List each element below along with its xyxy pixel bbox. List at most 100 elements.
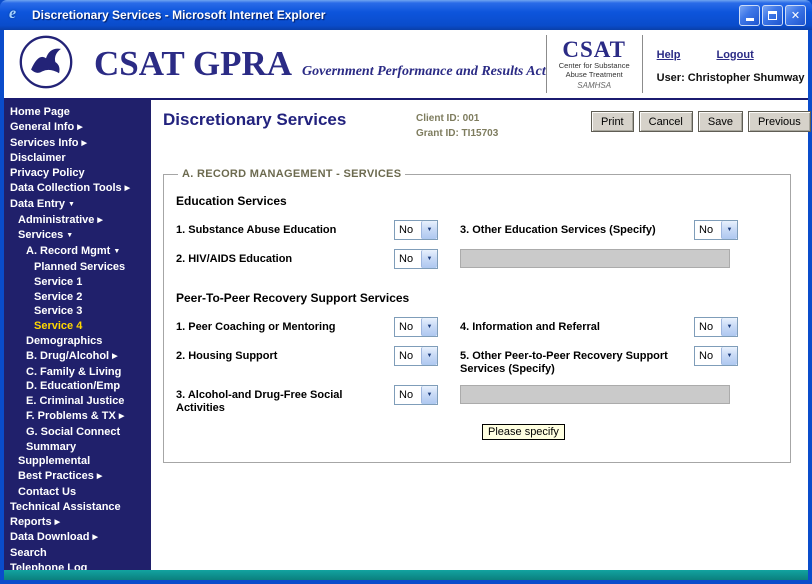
hiv-aids-education-select[interactable]: No ▼ <box>394 249 438 269</box>
sidebar-item-label: Services Info <box>10 137 78 149</box>
social-activities-select[interactable]: No ▼ <box>394 385 438 405</box>
housing-support-select[interactable]: No ▼ <box>394 346 438 366</box>
close-button[interactable]: ✕ <box>785 5 806 26</box>
chevron-down-icon: ▼ <box>421 347 437 365</box>
chevron-down-icon: ▼ <box>68 201 75 208</box>
cancel-button[interactable]: Cancel <box>639 111 693 132</box>
question-label: 3. Other Education Services (Specify) <box>460 220 694 240</box>
help-link[interactable]: Help <box>657 49 681 61</box>
sidebar-item-label: Service 3 <box>34 305 82 317</box>
other-peer-specify-input[interactable] <box>460 385 730 404</box>
sidebar-item-reports[interactable]: Reports▶ <box>4 515 151 531</box>
question-label: 1. Peer Coaching or Mentoring <box>176 317 394 337</box>
selected-value: No <box>395 386 421 404</box>
chevron-down-icon: ▼ <box>421 318 437 336</box>
print-button[interactable]: Print <box>591 111 634 132</box>
substance-abuse-education-select[interactable]: No ▼ <box>394 220 438 240</box>
client-id-label: Client ID: 001 <box>416 111 591 126</box>
chevron-down-icon: ▼ <box>721 221 737 239</box>
internet-explorer-icon: e <box>9 5 27 25</box>
csat-subtitle-2: Abuse Treatment <box>559 70 630 79</box>
sidebar-item-supplemental[interactable]: Supplemental <box>4 454 151 469</box>
window-title: Discretionary Services - Microsoft Inter… <box>32 8 325 22</box>
sidebar-item-home-page[interactable]: Home Page <box>4 105 151 120</box>
maximize-button[interactable] <box>762 5 783 26</box>
toolbar: PrintCancelSavePreviousNext <box>591 110 812 132</box>
sidebar-item-telephone-log[interactable]: Telephone Log <box>4 561 151 570</box>
logout-link[interactable]: Logout <box>716 49 753 61</box>
sidebar-item-label: General Info <box>10 121 74 133</box>
selected-value: No <box>695 221 721 239</box>
sidebar-item-label: Data Download <box>10 531 89 543</box>
sidebar-item-technical-assistance[interactable]: Technical Assistance <box>4 500 151 515</box>
sidebar-item-label: Reports <box>10 516 52 528</box>
page-title: Discretionary Services <box>163 110 416 130</box>
chevron-right-icon: ▶ <box>119 413 124 420</box>
other-peer-services-select[interactable]: No ▼ <box>694 346 738 366</box>
sidebar-item-label: Data Entry <box>10 198 65 210</box>
sidebar-item-disclaimer[interactable]: Disclaimer <box>4 151 151 166</box>
sidebar-item-d-education-emp[interactable]: D. Education/Emp <box>4 379 151 394</box>
grant-id-label: Grant ID: TI15703 <box>416 126 591 141</box>
question-label: 3. Alcohol-and Drug-Free Social Activiti… <box>176 385 394 415</box>
sidebar-item-administrative[interactable]: Administrative▶ <box>4 213 151 229</box>
selected-value: No <box>395 318 421 336</box>
sidebar-item-summary[interactable]: Summary <box>4 440 151 455</box>
sidebar-item-f-problems-tx[interactable]: F. Problems & TX▶ <box>4 409 151 425</box>
selected-value: No <box>695 347 721 365</box>
sidebar-item-services-info[interactable]: Services Info▶ <box>4 136 151 152</box>
chevron-right-icon: ▶ <box>97 473 102 480</box>
sidebar-item-service-3[interactable]: Service 3 <box>4 304 151 319</box>
sidebar-item-search[interactable]: Search <box>4 546 151 561</box>
chevron-down-icon: ▼ <box>421 250 437 268</box>
sidebar-item-service-2[interactable]: Service 2 <box>4 290 151 305</box>
question-label: 4. Information and Referral <box>460 317 694 337</box>
sidebar-item-e-criminal-justice[interactable]: E. Criminal Justice <box>4 394 151 409</box>
sidebar-item-g-social-connect[interactable]: G. Social Connect <box>4 425 151 440</box>
sidebar-item-label: G. Social Connect <box>26 426 120 438</box>
chevron-right-icon: ▶ <box>77 124 82 131</box>
logged-in-user: User: Christopher Shumway <box>657 72 805 84</box>
sidebar-item-label: Telephone Log <box>10 562 87 570</box>
sidebar-item-general-info[interactable]: General Info▶ <box>4 120 151 136</box>
sidebar-item-label: Search <box>10 547 47 559</box>
brand-tagline: Government Performance and Results Act <box>302 64 546 80</box>
sidebar-item-contact-us[interactable]: Contact Us <box>4 485 151 500</box>
sidebar-item-demographics[interactable]: Demographics <box>4 334 151 349</box>
previous-button[interactable]: Previous <box>748 111 811 132</box>
other-education-services-select[interactable]: No ▼ <box>694 220 738 240</box>
other-education-specify-input[interactable] <box>460 249 730 268</box>
record-management-fieldset: A. RECORD MANAGEMENT - SERVICES Educatio… <box>163 168 791 463</box>
sidebar-item-a-record-mgmt[interactable]: A. Record Mgmt▼ <box>4 244 151 260</box>
sidebar-item-label: Home Page <box>10 106 70 118</box>
peer-coaching-select[interactable]: No ▼ <box>394 317 438 337</box>
chevron-right-icon: ▶ <box>125 185 130 192</box>
question-label: 2. HIV/AIDS Education <box>176 249 394 269</box>
sidebar-item-data-download[interactable]: Data Download▶ <box>4 530 151 546</box>
window-titlebar[interactable]: e Discretionary Services - Microsoft Int… <box>0 0 812 30</box>
sidebar-item-label: Privacy Policy <box>10 167 85 179</box>
chevron-right-icon: ▶ <box>97 217 102 224</box>
chevron-right-icon: ▶ <box>92 534 97 541</box>
sidebar-item-data-collection-tools[interactable]: Data Collection Tools▶ <box>4 181 151 197</box>
csat-logo: CSAT Center for Substance Abuse Treatmen… <box>546 35 643 93</box>
sidebar-item-service-1[interactable]: Service 1 <box>4 275 151 290</box>
save-button[interactable]: Save <box>698 111 743 132</box>
sidebar-item-best-practices[interactable]: Best Practices▶ <box>4 469 151 485</box>
information-referral-select[interactable]: No ▼ <box>694 317 738 337</box>
sidebar-nav: Home PageGeneral Info▶Services Info▶Disc… <box>4 100 151 570</box>
sidebar-item-c-family-living[interactable]: C. Family & Living <box>4 365 151 380</box>
sidebar-item-services[interactable]: Services▼ <box>4 228 151 244</box>
chevron-down-icon: ▼ <box>421 221 437 239</box>
sidebar-item-label: B. Drug/Alcohol <box>26 350 109 362</box>
selected-value: No <box>395 347 421 365</box>
sidebar-item-service-4[interactable]: Service 4 <box>4 319 151 334</box>
minimize-button[interactable] <box>739 5 760 26</box>
sidebar-item-planned-services[interactable]: Planned Services <box>4 260 151 275</box>
sidebar-item-b-drug-alcohol[interactable]: B. Drug/Alcohol▶ <box>4 349 151 365</box>
chevron-down-icon: ▼ <box>113 248 120 255</box>
sidebar-item-privacy-policy[interactable]: Privacy Policy <box>4 166 151 181</box>
sidebar-item-label: A. Record Mgmt <box>26 245 110 257</box>
sidebar-item-data-entry[interactable]: Data Entry▼ <box>4 197 151 213</box>
sidebar-item-label: Administrative <box>18 214 94 226</box>
